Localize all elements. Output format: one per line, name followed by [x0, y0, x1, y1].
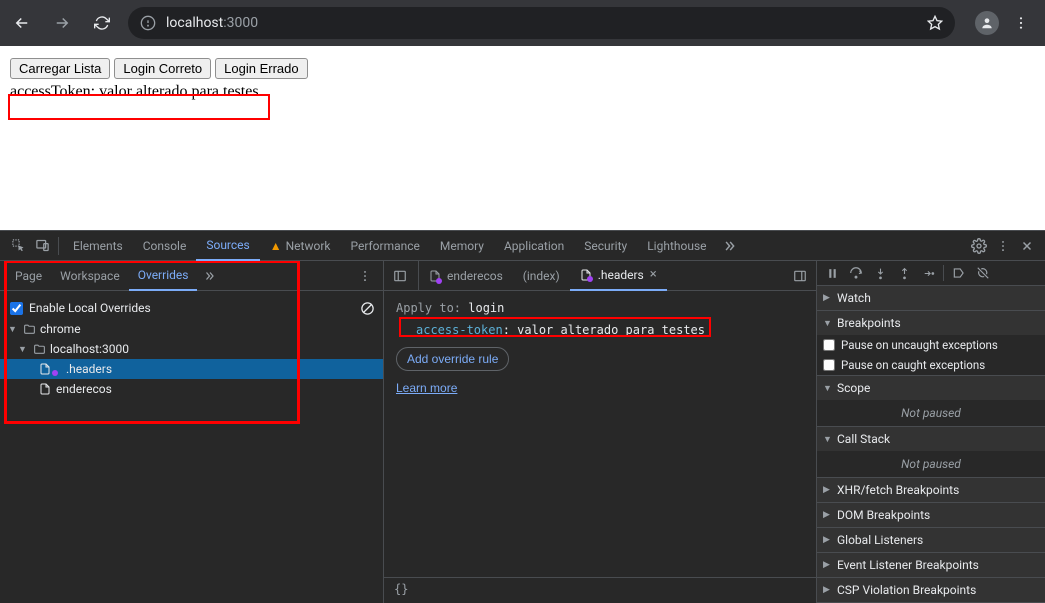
editor-footer: {}: [384, 577, 816, 603]
file-tab-headers[interactable]: .headers ×: [570, 261, 667, 291]
editor-panel: enderecos (index) .headers ×: [384, 261, 817, 603]
login-correto-button[interactable]: Login Correto: [114, 58, 211, 79]
tab-application[interactable]: Application: [494, 231, 574, 261]
section-breakpoints[interactable]: ▼Breakpoints: [817, 311, 1045, 335]
tab-console[interactable]: Console: [133, 231, 197, 261]
override-dot-icon: [587, 276, 593, 282]
access-token-text: accessToken: valor alterado para testes: [10, 83, 259, 101]
devtools-menu-icon[interactable]: [991, 234, 1015, 258]
pause-script-icon[interactable]: [821, 262, 843, 284]
scope-not-paused: Not paused: [817, 400, 1045, 426]
clear-overrides-icon[interactable]: [360, 301, 375, 316]
close-devtools-icon[interactable]: [1015, 234, 1039, 258]
toggle-navigator-icon[interactable]: [388, 264, 412, 288]
enable-overrides-checkbox[interactable]: Enable Local Overrides: [0, 297, 161, 319]
section-global-listeners[interactable]: ▶Global Listeners: [817, 528, 1045, 552]
nav-menu-icon[interactable]: [353, 264, 377, 288]
pause-uncaught-checkbox[interactable]: Pause on uncaught exceptions: [817, 335, 1045, 355]
section-dom-breakpoints[interactable]: ▶DOM Breakpoints: [817, 503, 1045, 527]
add-override-rule-button[interactable]: Add override rule: [396, 347, 509, 371]
section-csp-breakpoints[interactable]: ▶CSP Violation Breakpoints: [817, 578, 1045, 602]
file-icon: [38, 382, 52, 396]
step-into-icon[interactable]: [869, 262, 891, 284]
pause-exceptions-icon[interactable]: [972, 262, 994, 284]
browser-toolbar: localhost:3000: [0, 0, 1045, 46]
pause-caught-checkbox[interactable]: Pause on caught exceptions: [817, 355, 1045, 375]
tree-host[interactable]: ▼ localhost:3000: [0, 339, 383, 359]
back-button[interactable]: [8, 9, 36, 37]
reload-button[interactable]: [88, 9, 116, 37]
header-override-line[interactable]: access-token: valor alterado para testes: [396, 321, 804, 339]
callstack-not-paused: Not paused: [817, 451, 1045, 477]
step-icon[interactable]: [917, 262, 939, 284]
url-text: localhost:3000: [166, 15, 258, 31]
tab-lighthouse[interactable]: Lighthouse: [637, 231, 716, 261]
section-event-listener-breakpoints[interactable]: ▶Event Listener Breakpoints: [817, 553, 1045, 577]
bookmark-star-icon[interactable]: [927, 15, 943, 31]
forward-button[interactable]: [48, 9, 76, 37]
settings-gear-icon[interactable]: [967, 234, 991, 258]
nav-tab-workspace[interactable]: Workspace: [51, 261, 129, 291]
sources-navigator: Page Workspace Overrides Enable Local Ov…: [0, 261, 384, 603]
carregar-lista-button[interactable]: Carregar Lista: [10, 58, 110, 79]
tree-root-chrome[interactable]: ▼ chrome: [0, 319, 383, 339]
section-call-stack[interactable]: ▼Call Stack: [817, 427, 1045, 451]
tab-security[interactable]: Security: [574, 231, 637, 261]
section-scope[interactable]: ▼Scope: [817, 376, 1045, 400]
override-dot-icon: [436, 278, 442, 284]
tree-file-headers[interactable]: .headers: [0, 359, 383, 379]
warning-icon: ▲: [270, 239, 282, 253]
nav-more-tabs-icon[interactable]: [197, 264, 221, 288]
section-xhr-breakpoints[interactable]: ▶XHR/fetch Breakpoints: [817, 478, 1045, 502]
deactivate-breakpoints-icon[interactable]: [948, 262, 970, 284]
folder-icon: [22, 322, 36, 336]
device-toolbar-icon[interactable]: [30, 234, 54, 258]
devtools-panel: Elements Console Sources ▲Network Perfor…: [0, 230, 1045, 603]
override-dot-icon: [52, 370, 58, 376]
page-content: Carregar Lista Login Correto Login Errad…: [0, 46, 1045, 230]
devtools-tabbar: Elements Console Sources ▲Network Perfor…: [0, 231, 1045, 261]
section-watch[interactable]: ▶Watch: [817, 286, 1045, 310]
chrome-menu-icon[interactable]: [1013, 15, 1029, 31]
learn-more-link[interactable]: Learn more: [396, 381, 457, 395]
tab-network[interactable]: ▲Network: [260, 231, 341, 261]
inspect-element-icon[interactable]: [6, 234, 30, 258]
folder-icon: [32, 342, 46, 356]
toggle-debugger-icon[interactable]: [788, 264, 812, 288]
profile-button[interactable]: [975, 11, 999, 35]
address-bar[interactable]: localhost:3000: [128, 7, 955, 39]
file-icon: [38, 362, 52, 376]
file-tab-enderecos[interactable]: enderecos: [419, 261, 513, 291]
apply-to-line: Apply to: login: [396, 301, 804, 315]
tab-performance[interactable]: Performance: [340, 231, 429, 261]
tab-sources[interactable]: Sources: [196, 231, 259, 261]
file-tab-index[interactable]: (index): [513, 261, 570, 291]
site-info-icon[interactable]: [140, 15, 156, 31]
login-errado-button[interactable]: Login Errado: [215, 58, 307, 79]
tab-elements[interactable]: Elements: [63, 231, 133, 261]
step-over-icon[interactable]: [845, 262, 867, 284]
tree-file-enderecos[interactable]: enderecos: [0, 379, 383, 399]
nav-tab-overrides[interactable]: Overrides: [129, 261, 198, 291]
debugger-panel: ▶Watch ▼Breakpoints Pause on uncaught ex…: [817, 261, 1045, 603]
more-tabs-icon[interactable]: [717, 234, 741, 258]
tab-memory[interactable]: Memory: [430, 231, 494, 261]
nav-tab-page[interactable]: Page: [6, 261, 51, 291]
step-out-icon[interactable]: [893, 262, 915, 284]
close-tab-icon[interactable]: ×: [650, 267, 657, 282]
